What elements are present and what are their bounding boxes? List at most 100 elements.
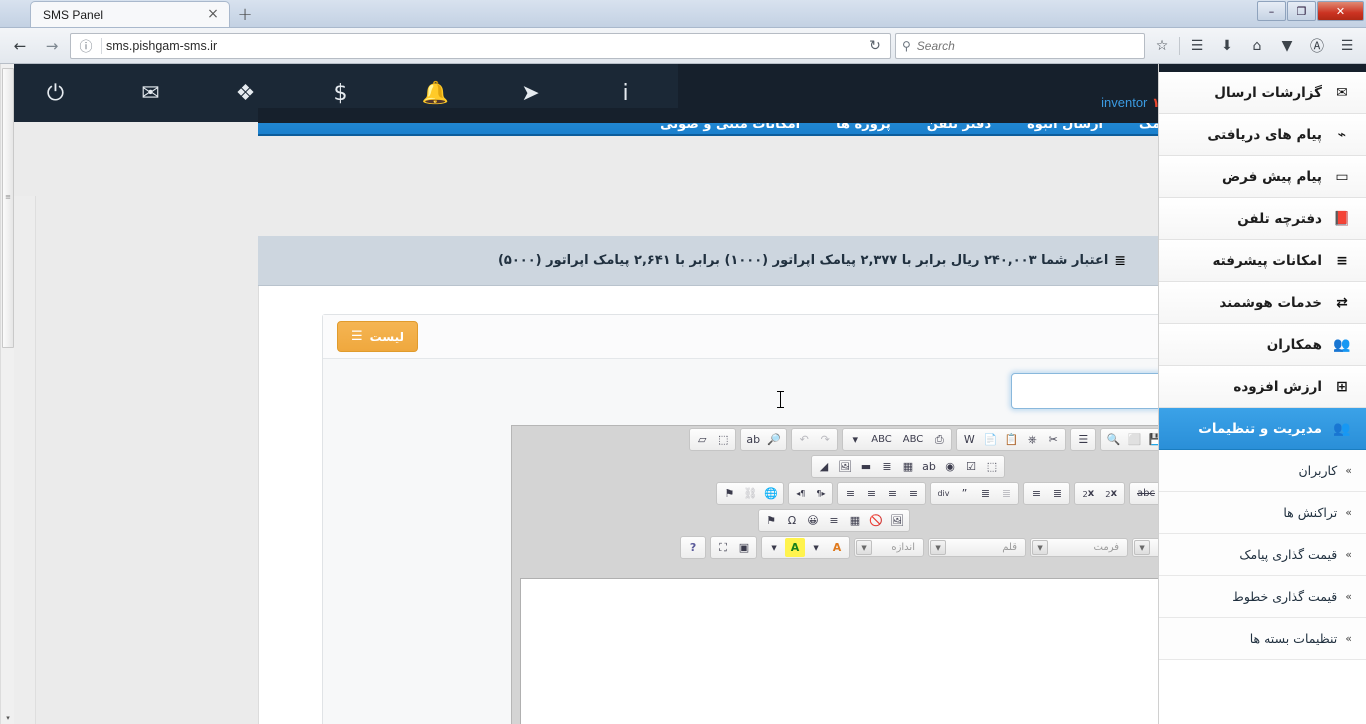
maximize-icon[interactable]: ⛶ <box>713 538 733 557</box>
flash-icon[interactable]: ▬ <box>856 457 876 476</box>
spellcheck-dropdown-icon[interactable]: ▾ <box>845 430 865 449</box>
checkbox-icon[interactable]: ☑ <box>961 457 981 476</box>
indent-decrease-icon[interactable]: ≣ <box>996 484 1016 503</box>
downloads-icon[interactable]: ⬇ <box>1214 33 1240 59</box>
sidebar-subitem-package-settings[interactable]: » تنظیمات بسته ها <box>1159 618 1366 660</box>
insert-image-icon[interactable]: 🖼 <box>887 511 907 530</box>
scrollbar-thumb[interactable] <box>2 68 14 348</box>
forward-icon[interactable]: → <box>38 33 66 59</box>
list-button[interactable]: لیست ☰ <box>337 321 418 352</box>
envelope-icon[interactable]: ✉ <box>103 64 198 122</box>
sidebar-item-management-settings[interactable]: 👥 مدیریت و تنظیمات <box>1159 408 1366 450</box>
close-window-button[interactable]: ✕ <box>1317 1 1364 21</box>
sidebar-subitem-sms-pricing[interactable]: » قیمت گذاری پیامک <box>1159 534 1366 576</box>
redo-icon[interactable]: ↷ <box>815 430 835 449</box>
align-justify-icon[interactable]: ≡ <box>840 484 860 503</box>
library-icon[interactable]: ☰ <box>1184 33 1210 59</box>
strikethrough-icon[interactable]: abc <box>1132 484 1160 503</box>
new-tab-icon[interactable]: + <box>230 1 260 27</box>
print-icon[interactable]: ⎙ <box>929 430 949 449</box>
sidebar-item-default-message[interactable]: ▭ پیام پیش فرض <box>1159 156 1366 198</box>
horizontal-rule-icon[interactable]: ≡ <box>824 511 844 530</box>
sidebar-item-colleagues[interactable]: 👥 همکاران <box>1159 324 1366 366</box>
sidebar-subitem-transactions[interactable]: » تراکنش ها <box>1159 492 1366 534</box>
blockquote-icon[interactable]: ” <box>954 484 974 503</box>
new-page-icon[interactable]: ⬜ <box>1124 430 1144 449</box>
browser-tab[interactable]: SMS Panel × <box>30 1 230 27</box>
font-size-select[interactable]: اندازه ▼ <box>854 538 924 557</box>
power-icon[interactable]: ⏻ <box>8 64 103 122</box>
restore-button[interactable]: ❐ <box>1287 1 1316 21</box>
subscript-icon[interactable]: x2 <box>1100 484 1122 503</box>
sidebar-item-value-added[interactable]: ⊞ ارزش افزوده <box>1159 366 1366 408</box>
image-icon[interactable]: 🖼 <box>835 457 855 476</box>
align-right-icon[interactable]: ≡ <box>861 484 881 503</box>
page-scrollbar[interactable]: ≡ ▾ <box>0 64 14 724</box>
sidebar-item-advanced-features[interactable]: ≡ امکانات پیشرفته <box>1159 240 1366 282</box>
editor-content-area[interactable] <box>520 578 1222 724</box>
reload-icon[interactable]: ↻ <box>862 38 888 54</box>
indent-increase-icon[interactable]: ≣ <box>975 484 995 503</box>
bg-color-arrow-icon[interactable]: ▼ <box>806 538 826 557</box>
bg-color-icon[interactable]: A <box>827 538 847 557</box>
hamburger-menu-icon[interactable]: ☰ <box>1334 33 1360 59</box>
text-direction-rtl-icon[interactable]: ¶◂ <box>791 484 810 503</box>
insert-anchor-icon[interactable]: ⚑ <box>761 511 781 530</box>
copy-icon[interactable]: ⎈ <box>1022 430 1042 449</box>
scayt-icon[interactable]: ABC <box>898 430 929 449</box>
replace-icon[interactable]: ab <box>743 430 763 449</box>
sidebar-item-smart-services[interactable]: ⇄ خدمات هوشمند <box>1159 282 1366 324</box>
sidebar-subitem-line-pricing[interactable]: » قیمت گذاری خطوط <box>1159 576 1366 618</box>
div-container-icon[interactable]: ▦ <box>898 457 918 476</box>
paste-from-word-icon[interactable]: W <box>959 430 979 449</box>
templates-icon[interactable]: ☰ <box>1073 430 1093 449</box>
sidebar-item-received-messages[interactable]: ⌁ پیام های دریافتی <box>1159 114 1366 156</box>
about-ckeditor-icon[interactable]: ? <box>683 538 703 557</box>
smiley-icon[interactable]: 😀 <box>803 511 823 530</box>
superscript-icon[interactable]: x2 <box>1077 484 1099 503</box>
language-flag-icon[interactable]: ⚑ <box>719 484 739 503</box>
amazon-icon[interactable]: Ⓐ <box>1304 33 1330 59</box>
undo-icon[interactable]: ↶ <box>794 430 814 449</box>
site-info-icon[interactable]: ⓘ <box>75 36 97 55</box>
code-snippet-icon[interactable]: ◢ <box>814 457 834 476</box>
form-icon[interactable]: ⬚ <box>982 457 1002 476</box>
cut-icon[interactable]: ✂ <box>1043 430 1063 449</box>
show-blocks-2-icon[interactable]: ▣ <box>734 538 754 557</box>
table-icon[interactable]: ▦ <box>845 511 865 530</box>
eraser-icon[interactable]: ▱ <box>692 430 712 449</box>
find-icon[interactable]: 🔎 <box>764 430 784 449</box>
special-char-icon[interactable]: Ω <box>782 511 802 530</box>
create-div-icon[interactable]: div <box>933 484 953 503</box>
preview-icon[interactable]: 🔍 <box>1103 430 1123 449</box>
home-icon[interactable]: ⌂ <box>1244 33 1270 59</box>
sidebar-item-send-reports[interactable]: ✉ گزارشات ارسال <box>1159 72 1366 114</box>
minimize-button[interactable]: – <box>1257 1 1286 21</box>
url-bar[interactable]: ⓘ sms.pishgam-sms.ir ↻ <box>70 32 891 59</box>
iframe-icon[interactable]: ab <box>919 457 939 476</box>
sidebar-item-phonebook[interactable]: 📕 دفترچه تلفن <box>1159 198 1366 240</box>
unlink-icon[interactable]: ⛓ <box>740 484 760 503</box>
remove-link-icon[interactable]: 🚫 <box>866 511 886 530</box>
search-bar[interactable]: ⚲ <box>895 32 1145 59</box>
bulleted-list-icon[interactable]: ≡ <box>1026 484 1046 503</box>
close-icon[interactable]: × <box>205 6 221 23</box>
search-input[interactable] <box>916 38 1138 53</box>
paste-as-text-icon[interactable]: 📄 <box>980 430 1000 449</box>
spellcheck-icon[interactable]: ABC <box>866 430 897 449</box>
scroll-down-icon[interactable]: ▾ <box>2 712 14 724</box>
bookmark-star-icon[interactable]: ☆ <box>1149 33 1175 59</box>
text-direction-ltr-icon[interactable]: ▸¶ <box>811 484 830 503</box>
text-color-icon[interactable]: A <box>785 538 805 557</box>
font-family-select[interactable]: قلم ▼ <box>928 538 1026 557</box>
align-center-icon[interactable]: ≡ <box>882 484 902 503</box>
paste-icon[interactable]: 📋 <box>1001 430 1021 449</box>
numbered-list-icon[interactable]: ≣ <box>1047 484 1067 503</box>
align-left-icon[interactable]: ≡ <box>903 484 923 503</box>
paragraph-format-select[interactable]: فرمت ▼ <box>1030 538 1128 557</box>
page-break-icon[interactable]: ≣ <box>877 457 897 476</box>
text-color-arrow-icon[interactable]: ▼ <box>764 538 784 557</box>
link-icon[interactable]: 🌐 <box>761 484 781 503</box>
show-blocks-icon[interactable]: ⬚ <box>713 430 733 449</box>
back-icon[interactable]: ← <box>6 33 34 59</box>
